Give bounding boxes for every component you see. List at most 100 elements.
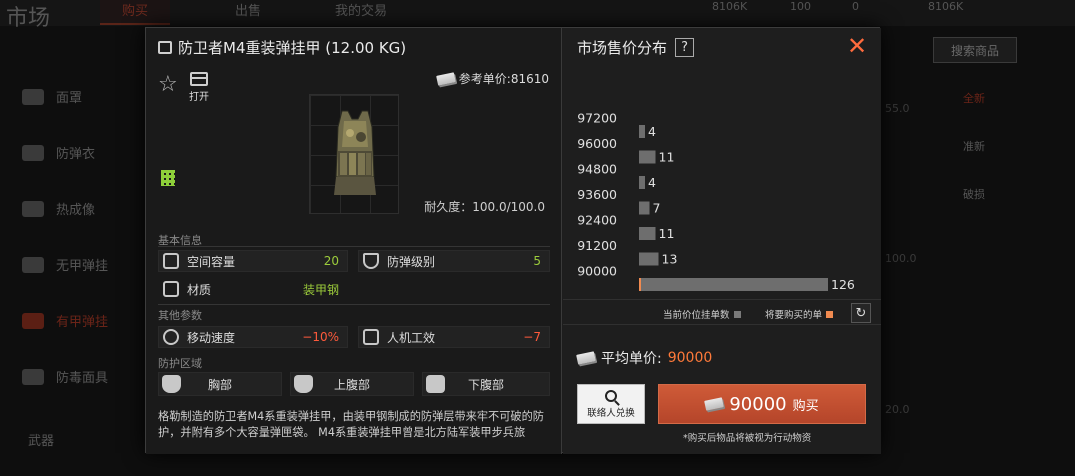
upper-abdomen-icon <box>294 375 313 393</box>
shield-icon <box>363 253 379 269</box>
buy-label: 购买 <box>792 398 819 414</box>
tab-buy[interactable]: 购买 <box>100 0 171 25</box>
sidebar-item-armored-rig[interactable]: 有甲弹挂 <box>22 311 108 330</box>
bar-value-label: 11 <box>659 150 675 165</box>
thermal-icon <box>22 200 44 217</box>
bar-value-label: 7 <box>653 201 661 216</box>
currency-secondary: 100 <box>790 0 811 13</box>
star-icon[interactable]: ☆ <box>158 72 178 97</box>
sidebar-item-rig[interactable]: 无甲弹挂 <box>22 255 108 274</box>
chest-icon <box>162 375 181 393</box>
sidebar-item-body-armor[interactable]: 防弹衣 <box>22 143 95 162</box>
price-bar[interactable] <box>639 201 650 215</box>
help-button[interactable]: ? <box>675 38 695 57</box>
bg-value: 55.0 <box>885 102 910 115</box>
stat-label: 防弹级别 <box>387 254 436 269</box>
mask-icon <box>22 88 44 105</box>
divider <box>158 246 550 247</box>
filter-like-new[interactable]: 准新 <box>963 138 985 154</box>
buy-button[interactable]: 90000 购买 <box>658 384 866 424</box>
stat-value: −7 <box>523 330 541 344</box>
zone-upper-abdomen: 上腹部 <box>290 372 414 396</box>
price-bar[interactable] <box>639 125 645 138</box>
bar-value-label: 4 <box>648 175 656 190</box>
filter-damaged[interactable]: 破损 <box>963 186 985 202</box>
gas-mask-icon <box>22 368 44 385</box>
stat-label: 移动速度 <box>187 330 236 345</box>
currency-third: 0 <box>852 0 859 13</box>
y-tick-label: 96000 <box>577 136 617 151</box>
legend-current-swatch <box>733 310 741 318</box>
open-label: 打开 <box>189 92 209 103</box>
market-price-panel: 市场售价分布 ? ✕ 97200 4 96000 11 94800 4 93600 7 9240… <box>563 28 881 454</box>
market-title: 市场 <box>6 6 51 31</box>
tab-my-trades[interactable]: 我的交易 <box>335 0 387 19</box>
open-button[interactable]: 打开 <box>186 72 212 103</box>
durability-text: 耐久度：100.0/100.0 <box>424 200 545 214</box>
money-icon <box>576 351 596 365</box>
stat-capacity: 空间容量 20 <box>158 250 348 272</box>
currency-total: 8106K <box>928 0 964 13</box>
stat-protection-level: 防弹级别 5 <box>358 250 550 272</box>
sidebar-item-thermal[interactable]: 热成像 <box>22 199 95 218</box>
bg-value: 20.0 <box>885 403 910 416</box>
panel-title-text: 市场售价分布 <box>577 39 668 57</box>
sidebar-item-weapons[interactable]: 武器 <box>28 430 54 449</box>
money-icon <box>435 71 456 86</box>
bar-value-label: 4 <box>648 124 656 139</box>
panel-title: 市场售价分布 ? <box>577 37 695 58</box>
price-bar[interactable] <box>639 176 645 189</box>
gun-icon <box>363 329 379 345</box>
refresh-button[interactable]: ↻ <box>851 303 871 323</box>
average-price-value: 90000 <box>667 350 713 366</box>
material-icon <box>163 281 179 297</box>
reference-price-text: 参考单价:81610 <box>458 72 549 86</box>
price-bar[interactable] <box>639 252 659 266</box>
legend-buy-swatch <box>826 310 834 318</box>
price-bar[interactable] <box>639 150 656 164</box>
lower-abdomen-icon <box>426 375 445 393</box>
price-bar[interactable] <box>639 227 656 240</box>
legend-current-label: 当前价位挂单数 <box>663 310 730 321</box>
stat-label: 空间容量 <box>187 254 236 269</box>
stat-ergonomics: 人机工效 −7 <box>358 326 550 348</box>
zone-label: 下腹部 <box>467 377 504 392</box>
money-icon <box>704 397 725 411</box>
sidebar-item-mask[interactable]: 面罩 <box>22 87 82 106</box>
stat-value: 装甲钢 <box>302 282 339 297</box>
reference-price: 参考单价:81610 <box>435 70 549 87</box>
sidebar-label: 防毒面具 <box>56 371 109 386</box>
item-name: 防卫者M4重装弹挂甲 (12.00 KG) <box>178 39 407 57</box>
sidebar-label: 热成像 <box>56 203 96 218</box>
price-distribution-chart: 97200 4 96000 11 94800 4 93600 7 92400 11 91200 13 9… <box>577 111 855 293</box>
legend-current: 当前价位挂单数 <box>663 307 741 321</box>
bg-value: 100.0 <box>885 252 917 265</box>
backpack-icon <box>163 253 179 269</box>
zone-label: 胸部 <box>207 377 232 392</box>
other-params-label: 其他参数 <box>158 309 202 322</box>
filter-new[interactable]: 全新 <box>963 90 985 106</box>
grid-size-icon <box>161 170 175 186</box>
sidebar-item-gas-mask[interactable]: 防毒面具 <box>22 367 108 386</box>
sidebar-label: 无甲弹挂 <box>56 259 109 274</box>
sidebar-label: 防弹衣 <box>56 147 96 162</box>
sidebar-label: 有甲弹挂 <box>56 315 109 330</box>
contact-exchange-button[interactable]: 联络人兑换 <box>577 384 645 424</box>
stat-label: 人机工效 <box>387 330 436 345</box>
close-button[interactable]: ✕ <box>843 34 871 58</box>
price-bar[interactable] <box>639 278 828 291</box>
bar-value-label: 126 <box>831 277 855 292</box>
legend-buy: 将要购买的单 <box>765 307 834 321</box>
zone-chest: 胸部 <box>158 372 282 396</box>
search-items-button[interactable]: 搜索商品 <box>933 37 1017 63</box>
item-header: 防卫者M4重装弹挂甲 (12.00 KG) <box>158 37 406 58</box>
average-price: 平均单价: 90000 <box>576 348 713 368</box>
y-tick-label: 90000 <box>577 264 617 279</box>
search-icon <box>605 389 617 402</box>
tab-sell[interactable]: 出售 <box>235 0 261 19</box>
y-tick-label: 94800 <box>577 162 617 177</box>
vest-image <box>334 110 376 195</box>
armor-icon <box>22 144 44 161</box>
y-tick-label: 91200 <box>577 238 617 253</box>
legend-buy-label: 将要购买的单 <box>765 310 823 321</box>
